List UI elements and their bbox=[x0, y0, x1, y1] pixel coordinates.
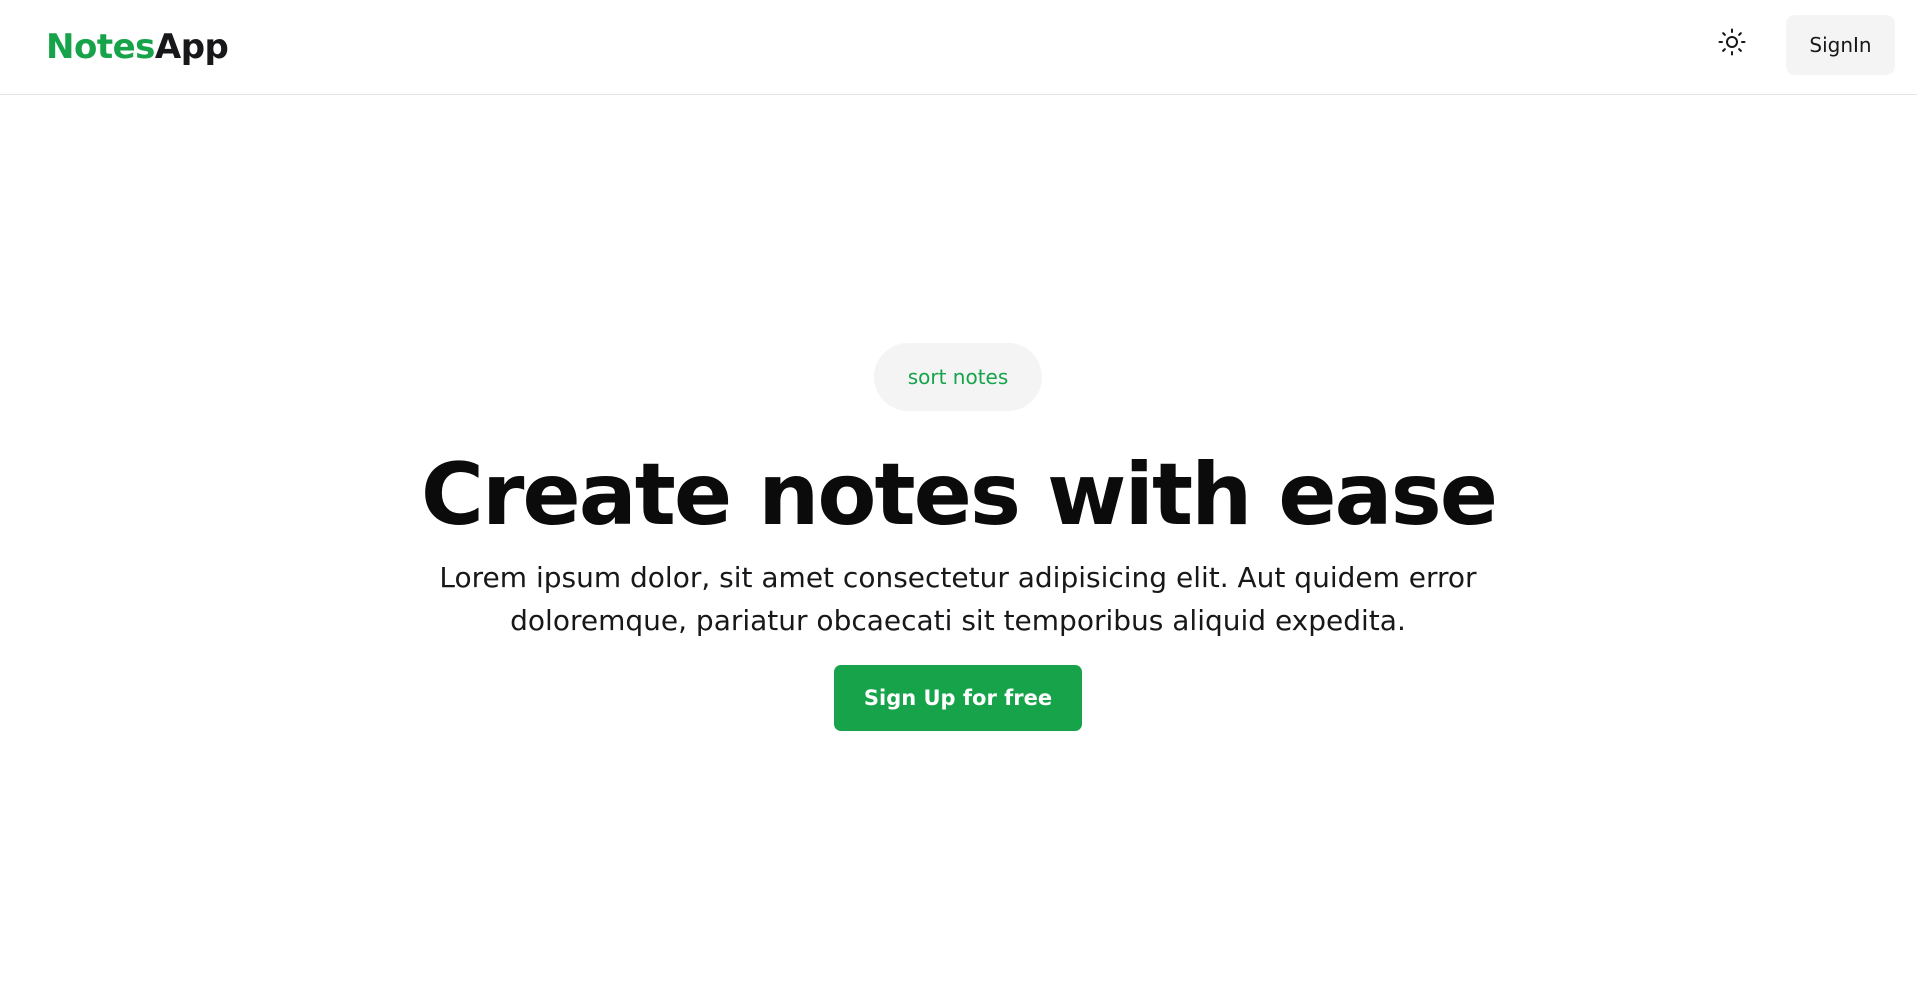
hero-description: Lorem ipsum dolor, sit amet consectetur … bbox=[439, 561, 1477, 637]
hero-section: sort notes Create notes with ease Lorem … bbox=[0, 0, 1917, 987]
signup-button[interactable]: Sign Up for free bbox=[834, 665, 1082, 731]
sort-notes-badge[interactable]: sort notes bbox=[874, 343, 1042, 411]
hero-headline: Create notes with ease bbox=[420, 445, 1498, 545]
